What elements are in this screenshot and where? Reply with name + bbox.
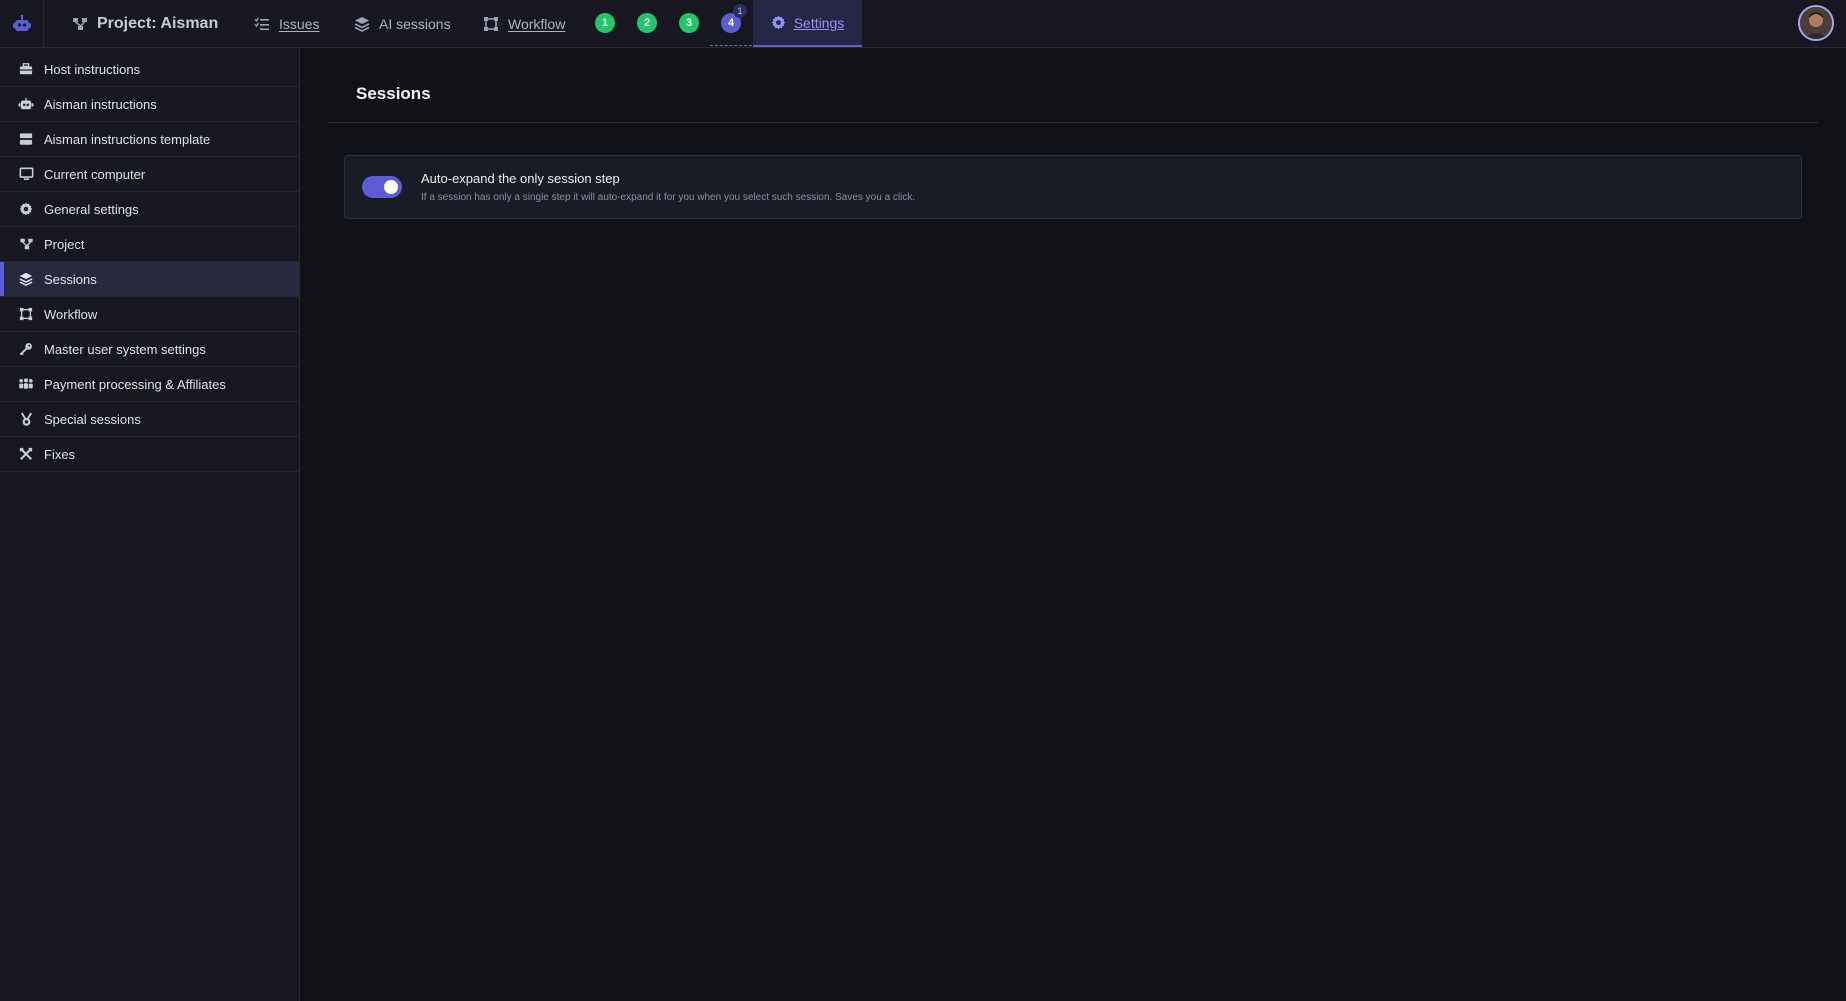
tab-settings[interactable]: Settings bbox=[753, 0, 862, 47]
sidebar-item-label: Fixes bbox=[44, 446, 76, 462]
project-tree-icon bbox=[18, 236, 34, 252]
session-badge-4-count: 1 bbox=[733, 4, 747, 18]
sidebar-item-project[interactable]: Project bbox=[0, 227, 299, 262]
gear-icon bbox=[771, 15, 786, 30]
session-badge-3[interactable]: 3 bbox=[679, 13, 699, 33]
nav-workflow-label: Workflow bbox=[508, 15, 566, 32]
setting-title: Auto-expand the only session step bbox=[421, 171, 620, 186]
top-navigation-bar: Project: Aisman Issues AI sessions Workf… bbox=[0, 0, 1846, 48]
users-icon bbox=[18, 376, 34, 392]
sidebar-item-sessions[interactable]: Sessions bbox=[0, 262, 299, 297]
sidebar-item-label: Special sessions bbox=[44, 411, 141, 427]
sidebar-item-label: Host instructions bbox=[44, 61, 141, 77]
project-selector[interactable]: Project: Aisman bbox=[72, 0, 218, 47]
robot-logo-icon bbox=[12, 14, 31, 31]
session-badge-1[interactable]: 1 bbox=[595, 13, 615, 33]
sidebar-item-label: Sessions bbox=[44, 271, 97, 287]
robot-icon bbox=[18, 96, 34, 112]
tools-icon bbox=[18, 446, 34, 462]
layers-icon bbox=[354, 16, 370, 32]
project-tree-icon bbox=[72, 16, 88, 32]
toolbox-icon bbox=[18, 61, 34, 77]
gear-icon bbox=[18, 201, 34, 217]
nav-ai-sessions[interactable]: AI sessions bbox=[354, 0, 451, 47]
user-avatar-photo bbox=[1800, 7, 1832, 39]
sidebar-item-payment-processing-affiliates[interactable]: Payment processing & Affiliates bbox=[0, 367, 299, 402]
sidebar-item-current-computer[interactable]: Current computer bbox=[0, 157, 299, 192]
list-check-icon bbox=[254, 16, 270, 32]
app-logo[interactable] bbox=[0, 0, 44, 47]
setting-description: If a session has only a single step it w… bbox=[421, 192, 916, 203]
user-avatar[interactable] bbox=[1798, 5, 1834, 41]
settings-sidebar: Host instructions Aisman instructions Ai… bbox=[0, 48, 300, 1001]
sidebar-item-master-user-system-settings[interactable]: Master user system settings bbox=[0, 332, 299, 367]
sidebar-item-workflow[interactable]: Workflow bbox=[0, 297, 299, 332]
nav-workflow[interactable]: Workflow bbox=[483, 0, 565, 47]
project-name: Project: Aisman bbox=[97, 14, 219, 32]
sidebar-item-label: General settings bbox=[44, 201, 139, 217]
sidebar-item-aisman-instructions-template[interactable]: Aisman instructions template bbox=[0, 122, 299, 157]
nav-ai-sessions-label: AI sessions bbox=[379, 15, 451, 32]
sidebar-item-fixes[interactable]: Fixes bbox=[0, 437, 299, 472]
tab-settings-label: Settings bbox=[793, 14, 845, 31]
sidebar-item-label: Aisman instructions template bbox=[44, 131, 211, 147]
title-divider bbox=[328, 122, 1818, 123]
sidebar-item-label: Payment processing & Affiliates bbox=[44, 376, 226, 392]
session-badge-4-underline bbox=[710, 45, 752, 46]
medal-icon bbox=[18, 411, 34, 427]
workflow-icon bbox=[483, 16, 499, 32]
page-title: Sessions bbox=[356, 84, 431, 103]
session-badge-2[interactable]: 2 bbox=[637, 13, 657, 33]
nav-issues[interactable]: Issues bbox=[254, 0, 319, 47]
auto-expand-toggle[interactable] bbox=[362, 176, 402, 198]
key-icon bbox=[18, 341, 34, 357]
sidebar-item-label: Current computer bbox=[44, 166, 146, 182]
workflow-icon bbox=[18, 306, 34, 322]
sidebar-item-general-settings[interactable]: General settings bbox=[0, 192, 299, 227]
nav-issues-label: Issues bbox=[279, 15, 320, 32]
layers-icon bbox=[18, 271, 34, 287]
monitor-icon bbox=[18, 166, 34, 182]
setting-card-auto-expand: Auto-expand the only session step If a s… bbox=[344, 155, 1802, 219]
sidebar-item-label: Project bbox=[44, 236, 85, 252]
sidebar-item-label: Master user system settings bbox=[44, 341, 206, 357]
server-icon bbox=[18, 131, 34, 147]
sidebar-item-label: Aisman instructions bbox=[44, 96, 157, 112]
sidebar-item-special-sessions[interactable]: Special sessions bbox=[0, 402, 299, 437]
sidebar-item-aisman-instructions[interactable]: Aisman instructions bbox=[0, 87, 299, 122]
sidebar-item-label: Workflow bbox=[44, 306, 98, 322]
sidebar-item-host-instructions[interactable]: Host instructions bbox=[0, 52, 299, 87]
